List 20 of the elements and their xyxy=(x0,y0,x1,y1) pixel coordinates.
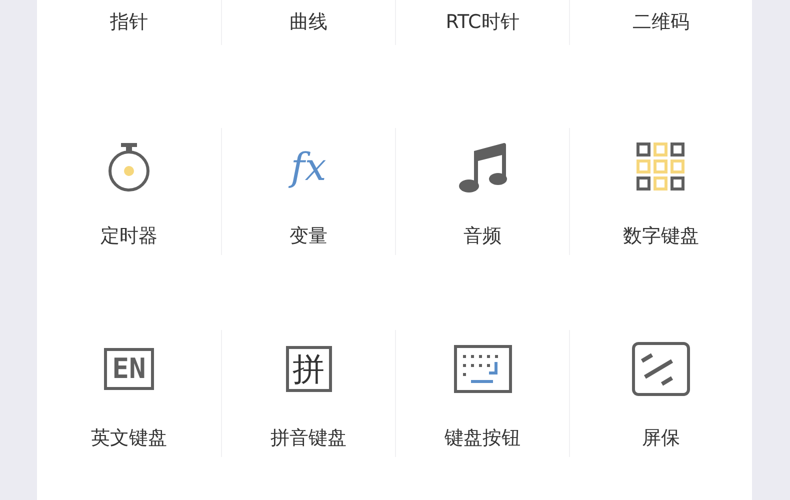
music-note-icon xyxy=(458,141,508,193)
screensaver-icon xyxy=(632,342,690,396)
tool-label[interactable]: RTC时针 xyxy=(446,11,520,33)
tool-label[interactable]: 数字键盘 xyxy=(623,225,699,247)
pinyin-keyboard-icon: 拼 xyxy=(286,346,332,392)
tool-label[interactable]: 变量 xyxy=(290,225,328,247)
tool-label[interactable]: 指针 xyxy=(110,11,148,33)
tool-label[interactable]: 屏保 xyxy=(642,427,680,449)
function-icon: fx xyxy=(290,142,326,192)
tool-label[interactable]: 曲线 xyxy=(290,11,328,33)
tool-label[interactable]: 音频 xyxy=(464,225,502,247)
keypad-icon xyxy=(636,142,686,192)
stopwatch-icon xyxy=(106,142,152,192)
tool-label[interactable]: 英文键盘 xyxy=(91,427,167,449)
keyboard-icon xyxy=(454,345,512,393)
tool-label[interactable]: 拼音键盘 xyxy=(270,427,346,449)
tool-label[interactable]: 键盘按钮 xyxy=(444,427,520,449)
english-keyboard-icon: EN xyxy=(104,348,154,390)
tool-label[interactable]: 二维码 xyxy=(632,11,690,33)
tool-label[interactable]: 定时器 xyxy=(100,225,158,247)
